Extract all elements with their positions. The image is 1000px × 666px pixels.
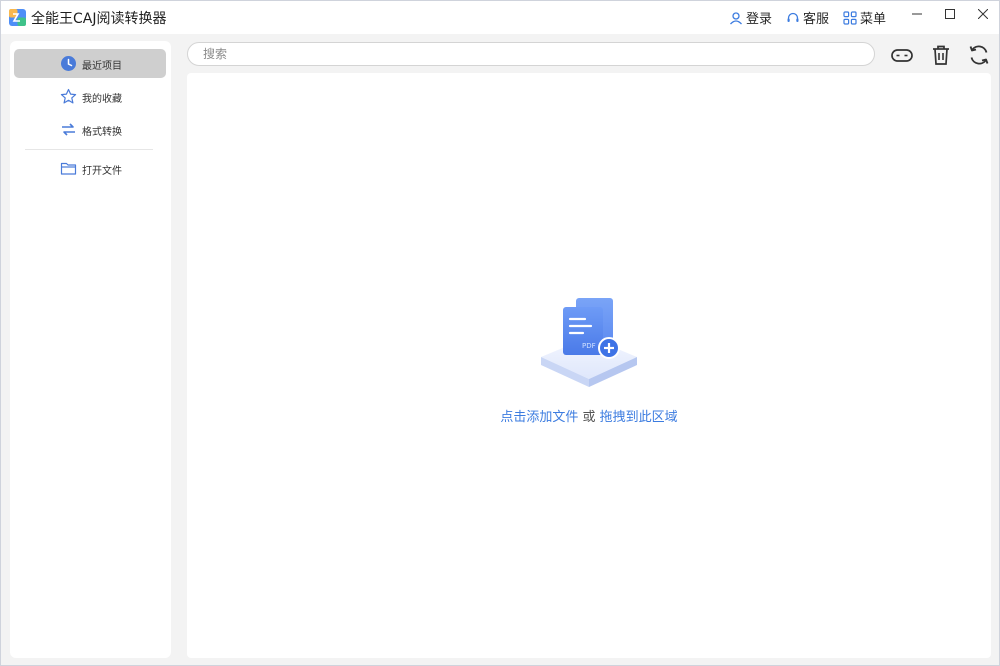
close-button[interactable] [966, 1, 999, 27]
app-window: 全能王CAJ阅读转换器 登录 客服 菜单 最近项目 我的收藏 格式转换 打开文件… [0, 0, 1000, 666]
star-icon [60, 88, 77, 104]
sidebar-item-favorites[interactable]: 我的收藏 [14, 82, 166, 111]
sidebar-item-label: 打开文件 [82, 166, 122, 177]
file-drop-area[interactable]: PDF 点击添加文件 或 拖拽到此区域 [187, 73, 991, 658]
window-controls [900, 1, 999, 27]
sidebar-item-label: 最近项目 [82, 61, 122, 72]
refresh-button[interactable] [967, 43, 991, 67]
refresh-icon [969, 45, 989, 65]
menu-label: 菜单 [860, 12, 887, 27]
gamepad-button[interactable] [890, 43, 914, 67]
service-label: 客服 [803, 12, 830, 27]
drop-hint-connector: 或 [578, 410, 600, 425]
title-actions: 登录 客服 菜单 [729, 8, 900, 27]
minimize-button[interactable] [900, 1, 933, 27]
sidebar-item-recent[interactable]: 最近项目 [14, 49, 166, 78]
user-icon [730, 11, 742, 24]
pdf-badge-text: PDF [582, 342, 596, 350]
add-file-link[interactable]: 点击添加文件 [500, 410, 578, 425]
maximize-button[interactable] [933, 1, 966, 27]
title-bar: 全能王CAJ阅读转换器 登录 客服 菜单 [1, 1, 999, 34]
sidebar-item-label: 格式转换 [82, 127, 122, 138]
grid-menu-icon [843, 10, 857, 25]
login-button[interactable]: 登录 [729, 8, 772, 27]
delete-button[interactable] [929, 43, 953, 67]
clock-icon [61, 56, 76, 71]
sidebar-item-convert[interactable]: 格式转换 [14, 115, 166, 144]
minimize-icon [911, 13, 922, 15]
close-icon [977, 9, 988, 19]
gamepad-icon [891, 49, 913, 62]
customer-service-button[interactable]: 客服 [786, 8, 829, 27]
maximize-icon [944, 9, 955, 19]
drop-hint: 点击添加文件 或 拖拽到此区域 [187, 406, 991, 425]
menu-button[interactable]: 菜单 [843, 8, 886, 27]
login-label: 登录 [746, 12, 773, 27]
sidebar-divider [25, 149, 153, 150]
drag-here-link[interactable]: 拖拽到此区域 [600, 410, 678, 425]
headset-icon [787, 12, 799, 22]
convert-arrows-icon [62, 123, 75, 136]
folder-icon [60, 162, 77, 175]
add-document-illustration-icon: PDF [541, 298, 637, 387]
search-input[interactable] [187, 42, 875, 66]
sidebar-item-label: 我的收藏 [82, 94, 122, 105]
sidebar: 最近项目 我的收藏 格式转换 打开文件 [10, 41, 171, 658]
app-title: 全能王CAJ阅读转换器 [31, 11, 167, 27]
app-logo-icon [9, 9, 26, 26]
trash-icon [933, 45, 949, 65]
sidebar-item-open-file[interactable]: 打开文件 [14, 154, 166, 183]
